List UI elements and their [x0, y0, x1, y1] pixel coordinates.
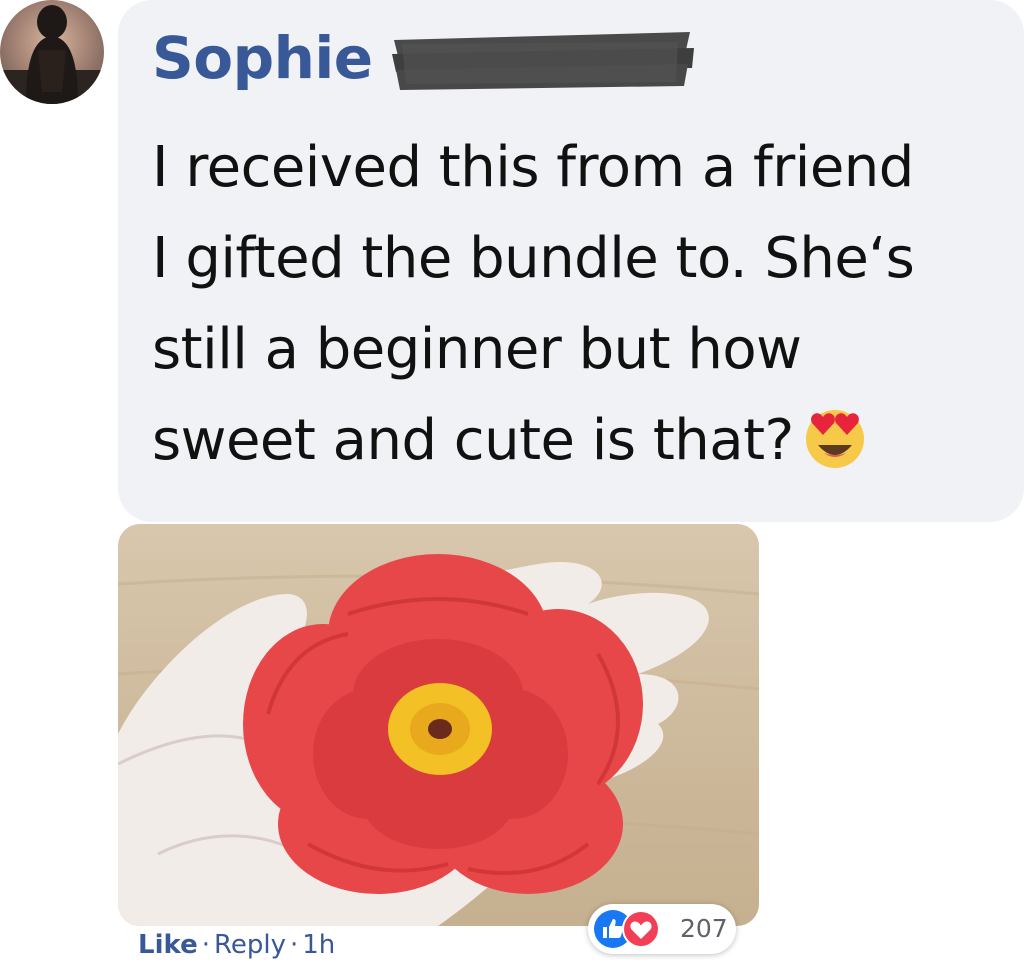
crochet-flower-image	[118, 554, 759, 926]
comment-actions: Like · Reply · 1h	[138, 930, 335, 960]
avatar[interactable]	[0, 0, 104, 104]
attached-photo[interactable]	[118, 524, 759, 926]
separator-dot: ·	[201, 930, 210, 960]
comment-timestamp[interactable]: 1h	[302, 930, 335, 960]
separator-dot: ·	[290, 930, 299, 960]
comment-text: I received this from a friend I gifted t…	[152, 122, 992, 486]
heart-eyes-emoji-icon	[805, 410, 864, 468]
like-button[interactable]: Like	[138, 930, 198, 960]
comment-author-name[interactable]: Sophie	[152, 24, 373, 92]
redacted-surname	[392, 32, 694, 90]
comment-line: sweet and cute is that?	[152, 395, 992, 486]
comment-line: I received this from a friend	[152, 135, 914, 200]
avatar-silhouette	[0, 5, 104, 104]
reaction-count: 207	[680, 914, 728, 943]
comment-line: I gifted the bundle to. She‘s	[152, 226, 915, 291]
reaction-summary[interactable]: 207	[588, 904, 736, 954]
reply-button[interactable]: Reply	[214, 930, 286, 960]
comment-line: still a beginner but how	[152, 317, 802, 382]
love-icon	[622, 910, 660, 948]
comment-line-text: sweet and cute is that?	[152, 408, 794, 473]
